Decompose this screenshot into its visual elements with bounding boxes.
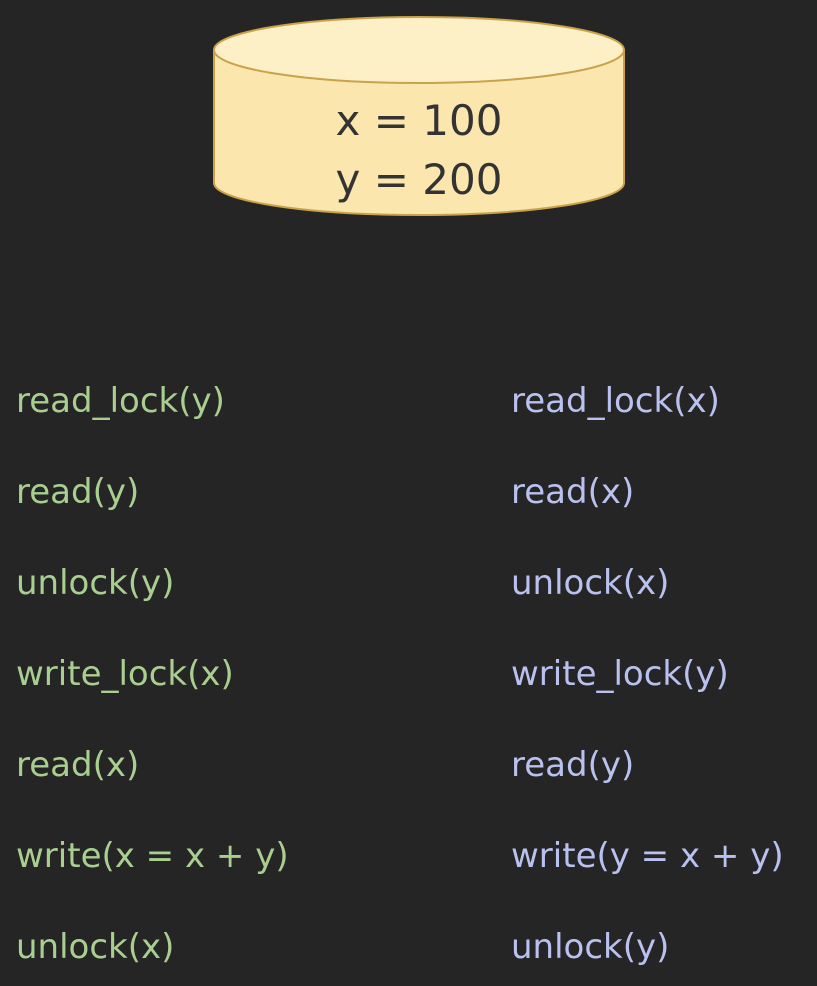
transaction-1-operation: write(x = x + y) bbox=[16, 836, 289, 876]
transaction-1-operation: read(x) bbox=[16, 745, 140, 785]
database-value-x: x = 100 bbox=[335, 96, 503, 145]
transaction-2-operation: unlock(x) bbox=[511, 563, 670, 603]
database-value-y: y = 200 bbox=[335, 155, 503, 204]
cylinder-top bbox=[213, 16, 625, 84]
transaction-1-operation: write_lock(x) bbox=[16, 654, 234, 694]
transaction-1-operation: unlock(x) bbox=[16, 927, 175, 967]
transaction-2-operation: read(y) bbox=[511, 745, 635, 785]
transaction-1-operation: read_lock(y) bbox=[16, 381, 225, 421]
transaction-2-operation: read(x) bbox=[511, 472, 635, 512]
transaction-2-operation: write_lock(y) bbox=[511, 654, 729, 694]
transaction-2-operation: read_lock(x) bbox=[511, 381, 720, 421]
transaction-1-operation: read(y) bbox=[16, 472, 140, 512]
transaction-1-operations: read_lock(y) read(y) unlock(y) write_loc… bbox=[16, 376, 289, 986]
transaction-2-operation: write(y = x + y) bbox=[511, 836, 784, 876]
transaction-2-operations: read_lock(x) read(x) unlock(x) write_loc… bbox=[511, 376, 784, 986]
transaction-2-operation: unlock(y) bbox=[511, 927, 670, 967]
transaction-1-operation: unlock(y) bbox=[16, 563, 175, 603]
